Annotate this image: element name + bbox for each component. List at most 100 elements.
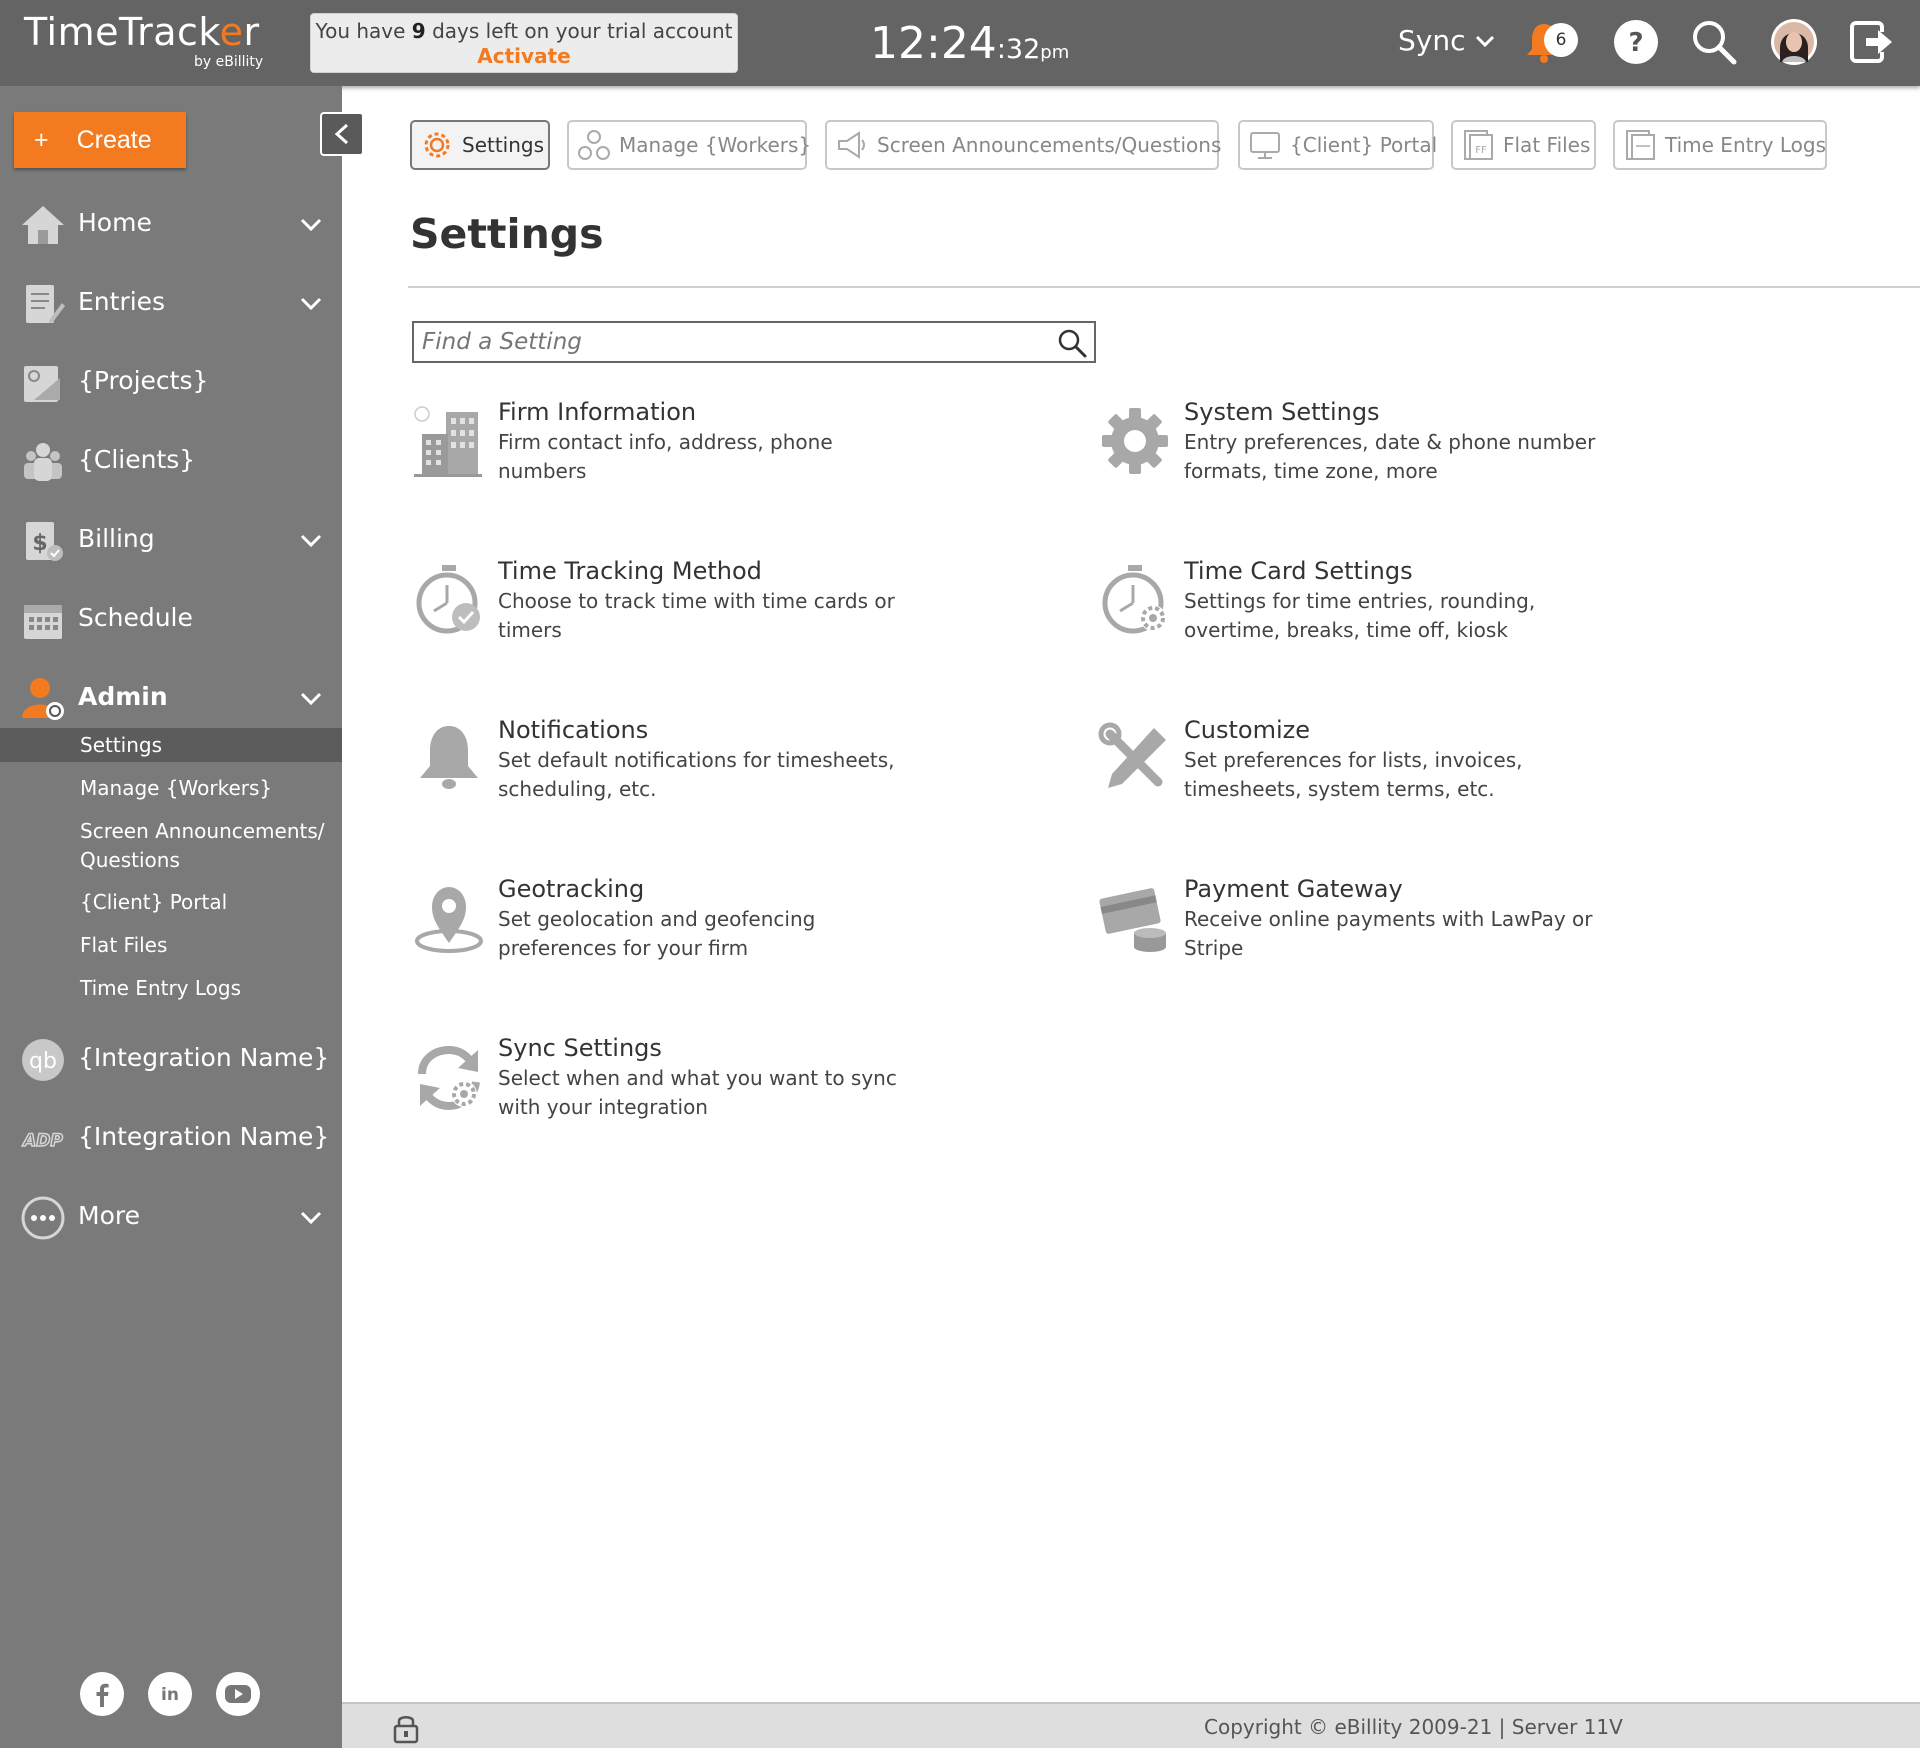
setting-title: Customize [1184, 716, 1310, 744]
clock: 12:24:32pm [870, 18, 1070, 69]
credit-card-icon [1099, 888, 1166, 952]
sidebar-item-entries[interactable]: Entries [0, 273, 342, 333]
sidebar-subitem-time-entry-logs[interactable]: Time Entry Logs [80, 974, 241, 1003]
chevron-down-icon [300, 297, 322, 311]
projects-icon [24, 366, 60, 402]
sidebar-subitem-manage-workers[interactable]: Manage {Workers} [80, 774, 272, 803]
lock-icon[interactable] [392, 1712, 420, 1744]
sidebar-item-clients[interactable]: {Clients} [0, 431, 342, 491]
setting-notifications[interactable]: Notifications Set default notifications … [412, 716, 972, 826]
page-title: Settings [410, 210, 604, 258]
sync-label: Sync [1398, 24, 1466, 57]
quickbooks-icon: qb [22, 1039, 64, 1081]
avatar[interactable] [1770, 18, 1818, 66]
setting-title: Geotracking [498, 875, 645, 903]
create-button[interactable]: + Create [14, 112, 186, 168]
linkedin-icon[interactable]: in [148, 1672, 192, 1716]
gear-icon [424, 132, 450, 158]
activate-link[interactable]: Activate [311, 44, 737, 68]
find-setting-search [412, 321, 1096, 363]
chevron-down-icon [1476, 35, 1495, 47]
sidebar-subitem-flat-files[interactable]: Flat Files [80, 931, 167, 960]
gear-icon [1102, 408, 1168, 474]
footer: Copyright © eBillity 2009-21 | Server 11… [342, 1702, 1920, 1748]
setting-title: Notifications [498, 716, 649, 744]
map-pin-icon [415, 887, 483, 953]
title-divider [408, 286, 1920, 288]
tab-settings[interactable]: Settings [410, 120, 550, 170]
sidebar-subitem-settings[interactable]: Settings [80, 731, 162, 760]
tab-client-portal[interactable]: {Client} Portal [1238, 120, 1437, 170]
tools-icon [1098, 722, 1166, 788]
setting-title: Time Tracking Method [498, 557, 762, 585]
copyright-text: Copyright © eBillity 2009-21 | Server 11… [1204, 1715, 1623, 1739]
chevron-down-icon [300, 218, 322, 232]
megaphone-icon [838, 131, 865, 159]
search-icon[interactable] [1056, 327, 1088, 359]
monitor-icon [1250, 132, 1280, 159]
tab-time-entry-logs[interactable]: Time Entry Logs [1613, 120, 1827, 170]
setting-description: Set geolocation and geofencing preferenc… [498, 907, 816, 960]
setting-description: Settings for time entries, rounding, ove… [1184, 589, 1536, 642]
setting-title: Payment Gateway [1184, 875, 1403, 903]
top-bar: TimeTracker by eBillity You have 9 days … [0, 0, 1920, 86]
facebook-icon[interactable] [80, 1672, 124, 1716]
workers-icon [578, 130, 610, 160]
svg-text:qb: qb [29, 1049, 57, 1074]
setting-title: Sync Settings [498, 1034, 662, 1062]
sidebar-item-more[interactable]: More [0, 1187, 342, 1247]
tab-manage-workers[interactable]: Manage {Workers} [567, 120, 811, 170]
setting-description: Entry preferences, date & phone number f… [1184, 430, 1596, 483]
sidebar: + Create [0, 86, 342, 1748]
logs-icon [1626, 130, 1655, 160]
sync-dropdown[interactable]: Sync [1398, 24, 1495, 57]
bell-icon [420, 726, 478, 789]
sidebar-item-integration-adp[interactable]: ADP {Integration Name} [0, 1108, 342, 1168]
setting-title: System Settings [1184, 398, 1380, 426]
tab-screen-announcements[interactable]: Screen Announcements/Questions [825, 120, 1221, 170]
adp-icon: ADP [20, 1130, 64, 1152]
setting-description: Receive online payments with LawPay or S… [1184, 907, 1593, 960]
setting-geotracking[interactable]: Geotracking Set geolocation and geofenci… [412, 875, 972, 985]
search-icon[interactable] [1690, 18, 1738, 66]
help-icon[interactable]: ? [1612, 18, 1660, 66]
chevron-down-icon [300, 1211, 322, 1225]
flat-files-icon: FF [1464, 130, 1493, 160]
tab-flat-files[interactable]: FF Flat Files [1451, 120, 1596, 170]
app-logo[interactable]: TimeTracker by eBillity [24, 10, 263, 70]
setting-payment-gateway[interactable]: Payment Gateway Receive online payments … [1098, 875, 1658, 985]
admin-icon [22, 678, 64, 720]
sidebar-item-projects[interactable]: {Projects} [0, 352, 342, 412]
setting-sync-settings[interactable]: Sync Settings Select when and what you w… [412, 1034, 972, 1144]
sidebar-item-schedule[interactable]: Schedule [0, 589, 342, 649]
setting-title: Time Card Settings [1184, 557, 1413, 585]
setting-firm-information[interactable]: Firm Information Firm contact info, addr… [412, 398, 972, 508]
svg-text:ADP: ADP [21, 1131, 63, 1151]
chevron-left-icon [334, 123, 349, 145]
setting-title: Firm Information [498, 398, 697, 426]
home-icon [22, 206, 64, 244]
setting-description: Firm contact info, address, phone number… [498, 430, 833, 483]
setting-time-card-settings[interactable]: Time Card Settings Settings for time ent… [1098, 557, 1658, 667]
setting-description: Set default notifications for timesheets… [498, 748, 895, 801]
setting-description: Choose to track time with time cards or … [498, 589, 895, 642]
setting-system-settings[interactable]: System Settings Entry preferences, date … [1098, 398, 1658, 508]
trial-banner: You have 9 days left on your trial accou… [310, 13, 738, 73]
collapse-sidebar-button[interactable] [320, 112, 364, 156]
sidebar-item-home[interactable]: Home [0, 194, 342, 254]
stopwatch-gear-icon [1102, 565, 1166, 634]
svg-text:?: ? [1628, 28, 1643, 58]
logout-icon[interactable] [1848, 18, 1896, 66]
setting-time-tracking-method[interactable]: Time Tracking Method Choose to track tim… [412, 557, 972, 667]
sidebar-item-admin[interactable]: Admin [0, 668, 342, 728]
sidebar-item-billing[interactable]: $ Billing [0, 510, 342, 570]
trial-days: 9 [411, 19, 426, 43]
youtube-icon[interactable] [216, 1672, 260, 1716]
setting-customize[interactable]: Customize Set preferences for lists, inv… [1098, 716, 1658, 826]
notification-badge: 6 [1544, 23, 1578, 57]
sidebar-subitem-client-portal[interactable]: {Client} Portal [80, 888, 227, 917]
search-input[interactable] [422, 327, 1042, 357]
sidebar-item-integration-quickbooks[interactable]: qb {Integration Name} [0, 1029, 342, 1089]
billing-icon: $ [26, 522, 63, 561]
sidebar-subitem-screen-announcements[interactable]: Screen Announcements/ Questions [80, 817, 325, 875]
